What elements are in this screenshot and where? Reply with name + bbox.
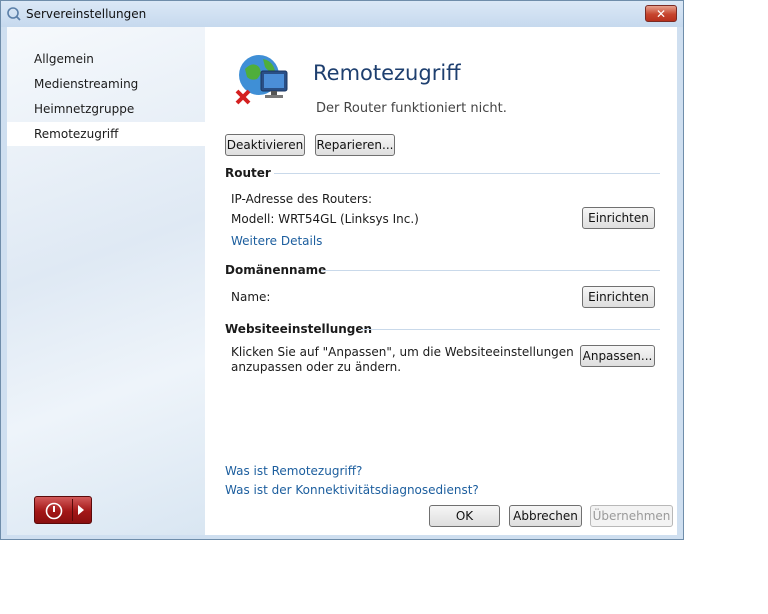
close-button[interactable]: ✕ <box>645 5 677 22</box>
router-section-heading: Router <box>225 166 271 180</box>
main-panel: Remotezugriff Der Router funktioniert ni… <box>205 27 677 535</box>
sidebar-item-remotezugriff[interactable]: Remotezugriff <box>7 122 205 146</box>
website-description-line-1: Klicken Sie auf "Anpassen", um die Websi… <box>231 345 574 359</box>
page-title: Remotezugriff <box>313 61 461 85</box>
globe-computer-error-icon <box>235 55 288 105</box>
sidebar-item-medienstreaming[interactable]: Medienstreaming <box>7 72 205 96</box>
router-status-text: Der Router funktioniert nicht. <box>316 101 507 116</box>
section-divider <box>274 173 660 174</box>
cancel-button[interactable]: Abbrechen <box>509 505 582 527</box>
website-section-heading: Websiteeinstellungen <box>225 322 373 336</box>
website-description-line-2: anzupassen oder zu ändern. <box>231 360 402 374</box>
sidebar-item-label: Remotezugriff <box>34 127 119 141</box>
section-divider <box>321 270 660 271</box>
close-icon: ✕ <box>655 7 667 21</box>
domain-name-label: Name: <box>231 290 271 304</box>
sidebar-item-heimnetzgruppe[interactable]: Heimnetzgruppe <box>7 97 205 121</box>
power-icon <box>45 502 63 520</box>
what-is-remote-access-link[interactable]: Was ist Remotezugriff? <box>225 464 362 478</box>
what-is-diagnostics-link[interactable]: Was ist der Konnektivitätsdiagnosedienst… <box>225 483 479 497</box>
sidebar-item-allgemein[interactable]: Allgemein <box>7 47 205 71</box>
title-bar[interactable]: Servereinstellungen ✕ <box>1 1 683 27</box>
router-ip-label: IP-Adresse des Routers: <box>231 192 373 206</box>
power-button-divider <box>72 499 73 521</box>
server-settings-icon <box>7 7 21 21</box>
repair-button[interactable]: Reparieren... <box>315 134 395 156</box>
deactivate-button[interactable]: Deaktivieren <box>225 134 305 156</box>
power-button[interactable] <box>34 496 92 524</box>
apply-button[interactable]: Übernehmen <box>590 505 673 527</box>
window-title: Servereinstellungen <box>26 7 147 21</box>
router-model-label: Modell: WRT54GL (Linksys Inc.) <box>231 212 419 226</box>
server-settings-window: Servereinstellungen ✕ Allgemein Medienst… <box>0 0 684 540</box>
ok-button[interactable]: OK <box>429 505 500 527</box>
arrow-right-icon[interactable] <box>78 505 84 515</box>
sidebar-item-label: Allgemein <box>34 52 94 66</box>
domain-section-heading: Domänenname <box>225 263 327 277</box>
section-divider <box>361 329 660 330</box>
more-details-link[interactable]: Weitere Details <box>231 234 322 248</box>
domain-setup-button[interactable]: Einrichten <box>582 286 655 308</box>
customize-button[interactable]: Anpassen... <box>580 345 655 367</box>
sidebar: Allgemein Medienstreaming Heimnetzgruppe… <box>7 27 205 535</box>
window-client-area: Allgemein Medienstreaming Heimnetzgruppe… <box>7 27 677 535</box>
sidebar-item-label: Medienstreaming <box>34 77 139 91</box>
router-setup-button[interactable]: Einrichten <box>582 207 655 229</box>
sidebar-item-label: Heimnetzgruppe <box>34 102 135 116</box>
